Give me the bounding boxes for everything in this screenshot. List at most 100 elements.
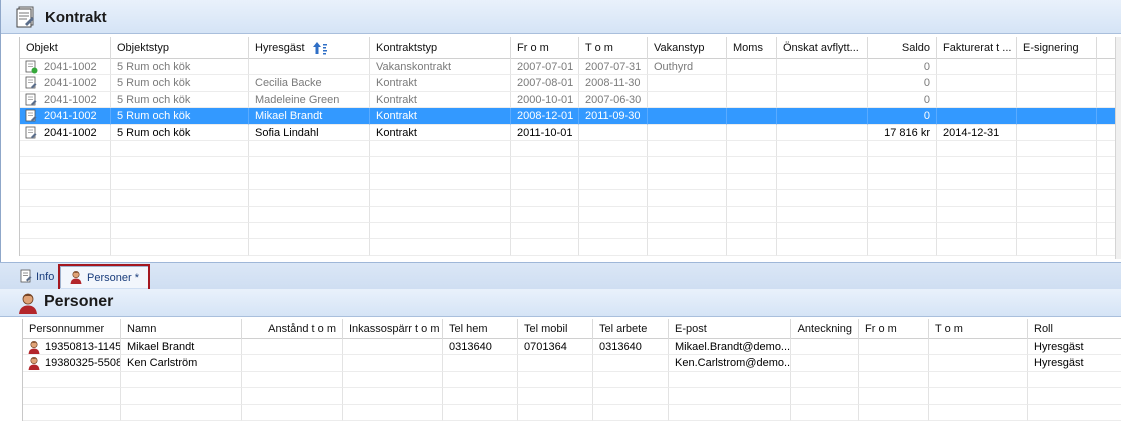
kontrakt-row[interactable]: 2041-1002 5 Rum och kök Sofia Lindahl Kontr… bbox=[20, 124, 1121, 141]
personer-row[interactable]: 19380325-5508 Ken Carlström Ken.Carlstrom@… bbox=[23, 355, 1121, 372]
col-tel-arbete[interactable]: Tel arbete bbox=[593, 319, 669, 339]
cell-objektstyp: 5 Rum och kök bbox=[111, 124, 249, 141]
kontrakt-row[interactable]: 2041-1002 5 Rum och kök Cecilia Backe Kontr… bbox=[20, 75, 1121, 92]
cell-telarbete: 0313640 bbox=[593, 339, 669, 356]
col-personnummer[interactable]: Personnummer bbox=[23, 319, 121, 339]
cell-roll: Hyresgäst bbox=[1028, 355, 1121, 372]
cell-tom bbox=[579, 239, 648, 256]
cell-from bbox=[511, 173, 579, 191]
cell-objekt: 2041-1002 bbox=[20, 75, 111, 92]
cell-from bbox=[859, 371, 929, 389]
col-namn[interactable]: Namn bbox=[121, 319, 242, 339]
tab-info[interactable]: Info bbox=[18, 266, 60, 288]
col-anteckning[interactable]: Anteckning bbox=[791, 319, 859, 339]
cell-anteckning bbox=[791, 388, 859, 405]
col-tom[interactable]: T o m bbox=[579, 37, 648, 59]
col-moms[interactable]: Moms bbox=[727, 37, 777, 59]
col-objekt[interactable]: Objekt bbox=[20, 37, 111, 59]
cell-anstand bbox=[242, 355, 343, 372]
cell-inkasso bbox=[343, 404, 443, 421]
cell-from bbox=[511, 190, 579, 207]
cell-tom bbox=[579, 140, 648, 158]
col-hyresgast[interactable]: Hyresgäst bbox=[249, 37, 370, 59]
cell-vakanstyp bbox=[648, 108, 727, 125]
kontrakt-grid-header: Objekt Objektstyp Hyresgäst Kontraktstyp… bbox=[20, 37, 1121, 59]
kontrakt-row-empty bbox=[20, 222, 1121, 240]
cell-kontraktstyp bbox=[370, 239, 511, 256]
col-anstand[interactable]: Anstånd t o m bbox=[242, 319, 343, 339]
col-tel-hem[interactable]: Tel hem bbox=[443, 319, 518, 339]
cell-telmobil bbox=[518, 388, 593, 405]
cell-hyresgast bbox=[249, 239, 370, 256]
cell-vakanstyp bbox=[648, 206, 727, 223]
person-icon bbox=[28, 340, 40, 354]
col-onskat-avflytt[interactable]: Önskat avflytt... bbox=[777, 37, 868, 59]
cell-epost bbox=[669, 404, 791, 421]
cell-onskat bbox=[777, 239, 868, 256]
kontrakt-row[interactable]: 2041-1002 5 Rum och kök Mikael Brandt Kontr… bbox=[20, 108, 1121, 125]
cell-objektstyp bbox=[111, 239, 249, 256]
cell-fakturerat bbox=[937, 222, 1017, 240]
cell-roll bbox=[1028, 388, 1121, 405]
contract-document-icon bbox=[16, 6, 34, 28]
col-saldo[interactable]: Saldo bbox=[868, 37, 937, 59]
kontrakt-row-empty bbox=[20, 206, 1121, 223]
cell-kontraktstyp bbox=[370, 140, 511, 158]
col-p-tom[interactable]: T o m bbox=[929, 319, 1028, 339]
kontrakt-grid[interactable]: Objekt Objektstyp Hyresgäst Kontraktstyp… bbox=[19, 37, 1121, 256]
col-p-from[interactable]: Fr o m bbox=[859, 319, 929, 339]
cell-objekt: 2041-1002 bbox=[20, 124, 111, 141]
contract-document-icon bbox=[25, 93, 37, 106]
cell-tom bbox=[579, 157, 648, 174]
contract-document-icon bbox=[20, 269, 32, 283]
cell-objektstyp bbox=[111, 190, 249, 207]
col-kontraktstyp[interactable]: Kontraktstyp bbox=[370, 37, 511, 59]
col-objektstyp[interactable]: Objektstyp bbox=[111, 37, 249, 59]
col-epost[interactable]: E-post bbox=[669, 319, 791, 339]
detail-tabstrip: Info Personer * bbox=[0, 262, 1121, 294]
cell-from bbox=[859, 404, 929, 421]
col-vakanstyp[interactable]: Vakanstyp bbox=[648, 37, 727, 59]
cell-objekt-text: 2041-1002 bbox=[44, 61, 97, 73]
cell-tom bbox=[579, 222, 648, 240]
kontrakt-row[interactable]: 2041-1002 5 Rum och kök Vakanskontrakt 2007… bbox=[20, 59, 1121, 76]
cell-objekt-text: 2041-1002 bbox=[44, 93, 97, 106]
col-fakturerat[interactable]: Fakturerat t ... bbox=[937, 37, 1017, 59]
cell-objekt bbox=[20, 239, 111, 256]
col-roll[interactable]: Roll bbox=[1028, 319, 1121, 339]
cell-hyresgast: Mikael Brandt bbox=[249, 108, 370, 125]
cell-from: 2008-12-01 bbox=[511, 108, 579, 125]
col-inkassosparr[interactable]: Inkassospärr t o m bbox=[343, 319, 443, 339]
cell-moms bbox=[727, 239, 777, 256]
cell-objekt bbox=[20, 206, 111, 223]
personer-grid-header: Personnummer Namn Anstånd t o m Inkassos… bbox=[23, 319, 1121, 339]
cell-esign bbox=[1017, 108, 1097, 125]
cell-namn bbox=[121, 404, 242, 421]
cell-onskat bbox=[777, 157, 868, 174]
cell-fakturerat bbox=[937, 140, 1017, 158]
cell-pnr bbox=[23, 404, 121, 421]
kontrakt-row[interactable]: 2041-1002 5 Rum och kök Madeleine Green Kon… bbox=[20, 91, 1121, 109]
kontrakt-scrollbar[interactable] bbox=[1115, 37, 1121, 259]
cell-anteckning bbox=[791, 404, 859, 421]
cell-pnr: 19350813-1145 bbox=[23, 339, 121, 356]
cell-saldo: 0 bbox=[868, 75, 937, 92]
cell-esign bbox=[1017, 190, 1097, 207]
col-hyresgast-label: Hyresgäst bbox=[255, 42, 305, 54]
col-from[interactable]: Fr o m bbox=[511, 37, 579, 59]
cell-fakturerat bbox=[937, 157, 1017, 174]
cell-vakanstyp bbox=[648, 239, 727, 256]
cell-onskat bbox=[777, 173, 868, 191]
col-tel-mobil[interactable]: Tel mobil bbox=[518, 319, 593, 339]
personer-row[interactable]: 19350813-1145 Mikael Brandt 0313640 0701364… bbox=[23, 339, 1121, 356]
col-esignering[interactable]: E-signering bbox=[1017, 37, 1097, 59]
cell-moms bbox=[727, 173, 777, 191]
cell-onskat bbox=[777, 75, 868, 92]
cell-vakanstyp bbox=[648, 173, 727, 191]
cell-saldo bbox=[868, 173, 937, 191]
cell-moms bbox=[727, 222, 777, 240]
cell-objekt bbox=[20, 173, 111, 191]
cell-kontraktstyp bbox=[370, 206, 511, 223]
cell-pnr bbox=[23, 388, 121, 405]
personer-grid[interactable]: Personnummer Namn Anstånd t o m Inkassos… bbox=[22, 319, 1121, 421]
